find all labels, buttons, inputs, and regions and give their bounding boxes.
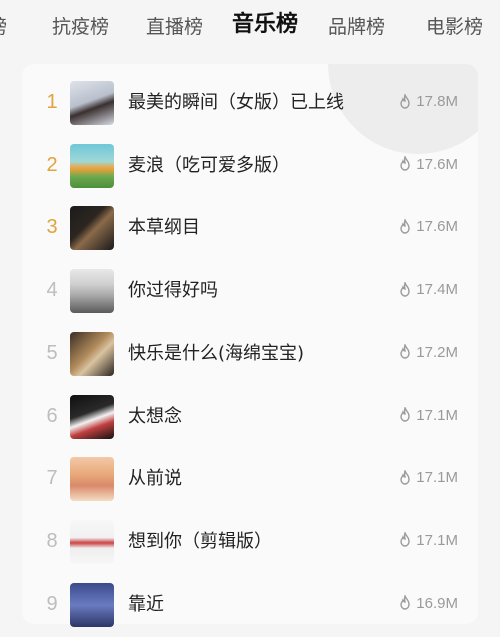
song-title: 从前说	[128, 468, 182, 490]
song-title: 最美的瞬间（女版）已上线	[128, 92, 344, 113]
song-title: 靠近	[128, 593, 164, 615]
chart-tabs: 榜 抗疫榜 直播榜 音乐榜 品牌榜 电影榜	[0, 0, 500, 56]
flame-icon	[400, 469, 410, 485]
tab-music[interactable]: 音乐榜	[232, 12, 298, 38]
song-title: 麦浪（吃可爱多版）	[128, 154, 290, 176]
album-cover-7[interactable]	[70, 457, 114, 502]
hot-score: 16.9M	[398, 595, 458, 612]
song-row[interactable]: 6 太想念 17.1M	[22, 387, 478, 449]
hot-value: 17.1M	[416, 531, 458, 549]
album-cover-4[interactable]	[70, 269, 114, 314]
hot-score: 17.6M	[398, 218, 458, 235]
album-cover-8[interactable]	[70, 519, 114, 564]
album-cover-9[interactable]	[70, 582, 114, 627]
hot-score: 17.8M	[398, 93, 458, 110]
song-row[interactable]: 4 你过得好吗 17.4M	[22, 261, 478, 323]
hot-value: 17.1M	[416, 469, 458, 487]
song-title: 你过得好吗	[128, 280, 218, 302]
song-row[interactable]: 9 靠近 16.9M	[22, 575, 478, 637]
rank-number: 8	[46, 529, 58, 552]
flame-icon	[400, 532, 410, 548]
album-cover-6[interactable]	[70, 394, 114, 439]
song-title: 快乐是什么(海绵宝宝)	[128, 342, 305, 364]
flame-icon	[400, 156, 410, 171]
hot-score: 17.6M	[398, 156, 458, 173]
hot-value: 16.9M	[416, 594, 458, 612]
song-row[interactable]: 3 本草纲目 17.6M	[22, 198, 478, 260]
album-cover-5[interactable]	[70, 331, 114, 376]
song-row[interactable]: 2 麦浪（吃可爱多版） 17.6M	[22, 136, 478, 198]
rank-number: 3	[46, 216, 58, 239]
hot-value: 17.4M	[416, 281, 458, 299]
song-row[interactable]: 1 最美的瞬间（女版）已上线 17.8M	[22, 73, 478, 135]
flame-icon	[400, 407, 410, 422]
rank-number: 5	[46, 341, 58, 364]
hot-score: 17.2M	[398, 344, 458, 361]
rank-number: 4	[46, 279, 58, 302]
album-cover-2[interactable]	[70, 143, 114, 188]
hot-value: 17.6M	[416, 155, 458, 173]
tab-live[interactable]: 直播榜	[146, 14, 203, 40]
tab-epidemic[interactable]: 抗疫榜	[52, 14, 109, 40]
flame-icon	[400, 218, 410, 234]
hot-score: 17.4M	[398, 281, 458, 298]
tab-movie[interactable]: 电影榜	[426, 14, 483, 40]
tab-brand[interactable]: 品牌榜	[328, 14, 385, 40]
album-cover-3[interactable]	[70, 206, 114, 251]
rank-number: 1	[46, 91, 58, 113]
flame-icon	[400, 344, 410, 359]
hot-value: 17.8M	[416, 93, 458, 110]
album-cover-1[interactable]	[70, 81, 114, 125]
tab-partial[interactable]: 榜	[0, 14, 7, 40]
hot-score: 17.1M	[398, 407, 458, 424]
hot-value: 17.1M	[416, 406, 458, 424]
rank-number: 6	[46, 404, 58, 427]
rank-number: 2	[46, 153, 58, 176]
hot-score: 17.1M	[398, 532, 458, 549]
flame-icon	[400, 93, 410, 109]
song-row[interactable]: 8 想到你（剪辑版） 17.1M	[22, 512, 478, 574]
song-title: 想到你（剪辑版）	[128, 530, 272, 552]
rank-number: 9	[46, 592, 58, 615]
rank-number: 7	[46, 467, 58, 490]
flame-icon	[400, 595, 410, 610]
hot-value: 17.2M	[416, 343, 458, 361]
song-row[interactable]: 5 快乐是什么(海绵宝宝) 17.2M	[22, 324, 478, 386]
hot-score: 17.1M	[398, 469, 458, 486]
flame-icon	[400, 281, 410, 297]
song-row[interactable]: 7 从前说 17.1M	[22, 449, 478, 511]
song-title: 太想念	[128, 405, 182, 427]
song-title: 本草纲目	[128, 217, 200, 239]
hot-value: 17.6M	[416, 218, 458, 236]
